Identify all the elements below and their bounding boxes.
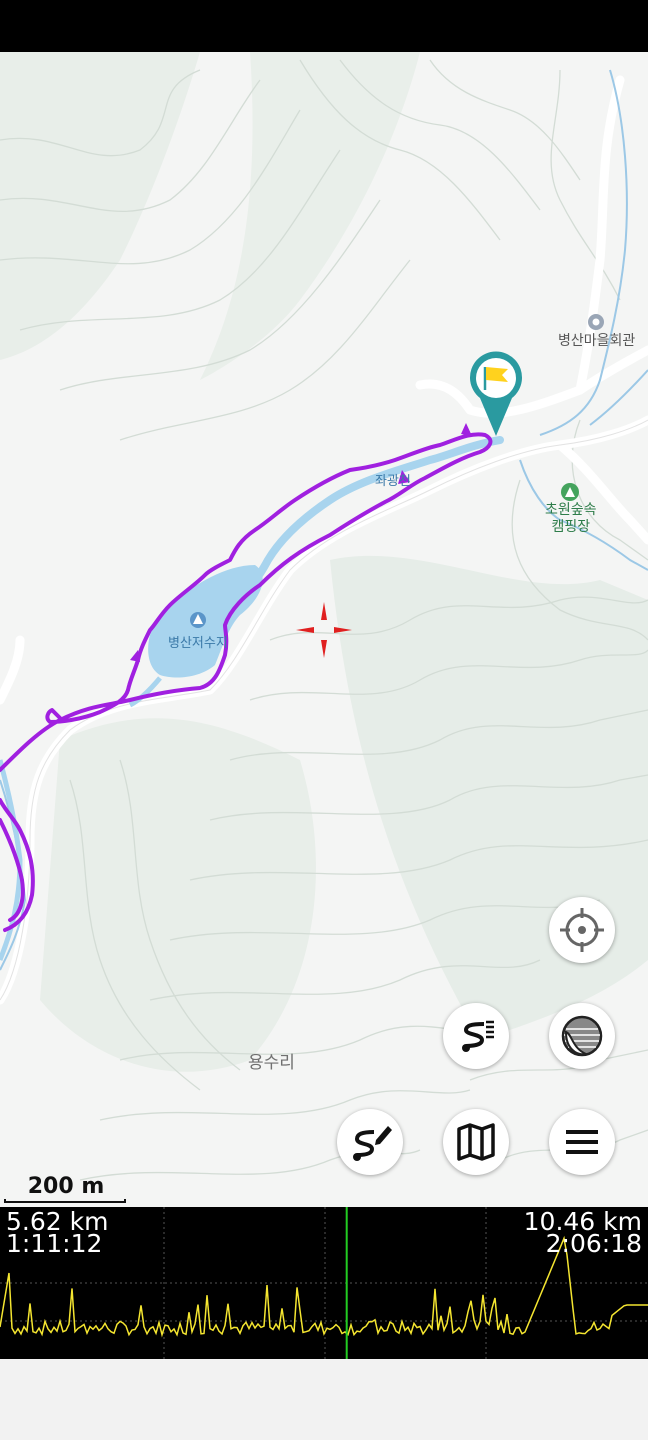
campsite-label-line2: 캠핑장 <box>551 519 591 535</box>
place-label-campsite: 초원숲속 캠핑장 <box>545 502 597 536</box>
profile-right-time: 2:06:18 <box>545 1229 642 1258</box>
status-bar <box>0 0 648 52</box>
route-edit-button[interactable] <box>337 1109 403 1175</box>
place-label-district: 용수리 <box>248 1053 295 1073</box>
layers-button[interactable] <box>549 1003 615 1069</box>
map-scale: 200 m <box>4 1174 128 1204</box>
place-label-reservoir: 병산저수지 <box>168 636 228 651</box>
menu-icon <box>566 1130 598 1154</box>
scale-label: 200 m <box>27 1174 105 1199</box>
destination-flag-icon[interactable] <box>468 350 524 438</box>
place-label-village-hall: 병산마을회관 <box>558 333 636 349</box>
route-list-button[interactable] <box>443 1003 509 1069</box>
route-list-icon <box>462 1020 494 1052</box>
profile-left-time: 1:11:12 <box>6 1229 103 1258</box>
map-select-button[interactable] <box>443 1109 509 1175</box>
bottom-area <box>0 1359 648 1440</box>
scale-bar <box>4 1199 126 1203</box>
place-label-stream: 좌광천 <box>375 474 411 489</box>
map-view[interactable]: 병산마을회관 좌광천 병산저수지 초원숲속 캠핑장 용수리 <box>0 52 648 1207</box>
map-center-crosshair-icon <box>296 602 352 658</box>
route-edit-icon <box>353 1126 392 1161</box>
layers-icon <box>561 1015 603 1057</box>
crosshair-icon <box>560 908 604 952</box>
track-profile-chart[interactable]: 5.62 km 1:11:12 10.46 km 2:06:18 <box>0 1207 648 1359</box>
menu-button[interactable] <box>549 1109 615 1175</box>
locate-button[interactable] <box>549 897 615 963</box>
map-icon <box>457 1123 495 1161</box>
campsite-label-line1: 초원숲속 <box>545 502 597 518</box>
